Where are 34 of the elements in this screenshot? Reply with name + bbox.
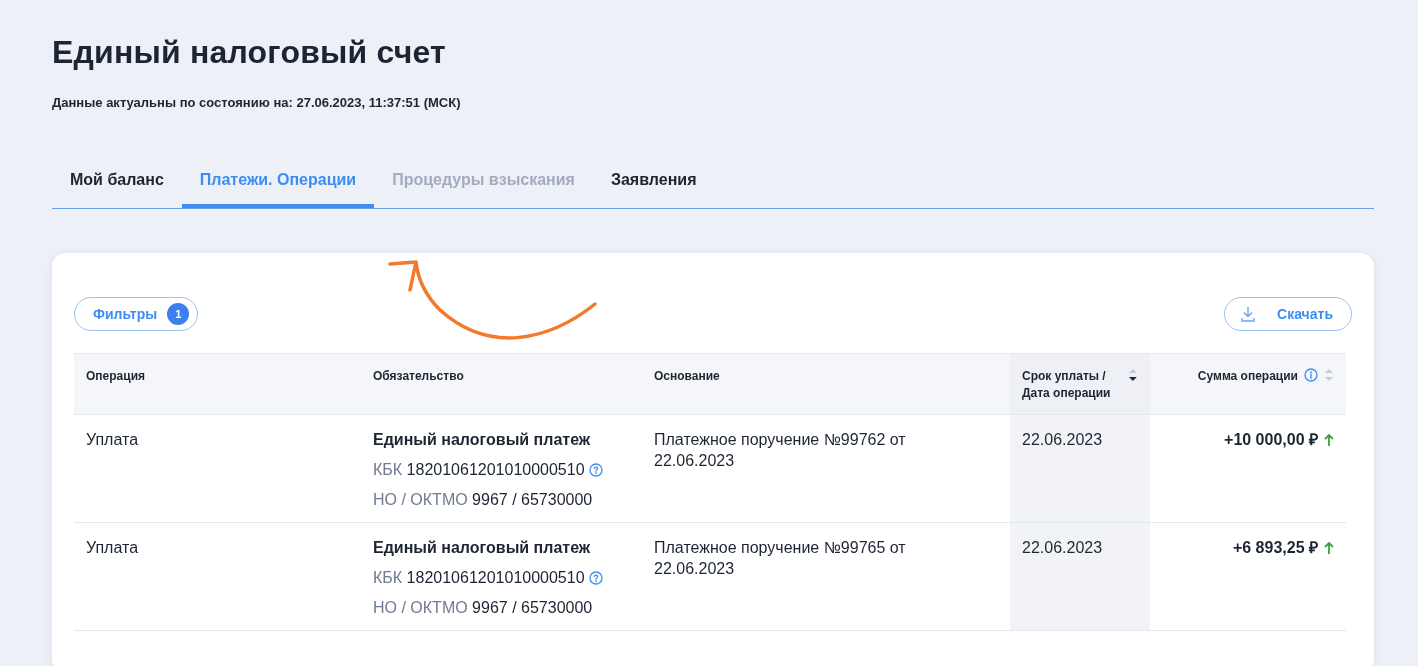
column-header: Обязательство xyxy=(373,368,465,385)
sort-icon[interactable] xyxy=(1128,368,1138,382)
table-cell: 22.06.2023 xyxy=(1022,431,1103,448)
arrow-up-icon xyxy=(1324,541,1334,555)
tab[interactable]: Платежи. Операции xyxy=(181,154,375,208)
help-icon[interactable] xyxy=(588,570,603,585)
tab[interactable]: Мой баланс xyxy=(52,154,182,208)
amount-text: +6 893,25 ₽ xyxy=(1232,538,1318,558)
download-button[interactable]: Скачать xyxy=(1224,297,1352,331)
column-header: Операция xyxy=(86,368,146,385)
obligation-title: Единый налоговый платеж xyxy=(373,538,591,558)
column-header: Основание xyxy=(654,368,721,385)
kbk-text: КБК 18201061201010000510 xyxy=(373,460,585,480)
info-icon[interactable] xyxy=(1304,368,1318,382)
kbk-text: КБК 18201061201010000510 xyxy=(373,568,585,588)
oktmo-text: НО / ОКТМО 9967 / 65730000 xyxy=(373,598,593,618)
table-cell: Уплата xyxy=(86,431,139,448)
page-title: Единый налоговый счет xyxy=(52,33,446,71)
table-cell-text: Платежное поручение №99762 от 22.06.2023 xyxy=(654,430,907,471)
table-cell-text: Платежное поручение №99765 от 22.06.2023 xyxy=(654,538,907,579)
obligation-title: Единый налоговый платеж xyxy=(373,430,591,450)
table-cell: 22.06.2023 xyxy=(1022,539,1103,556)
arrow-up-icon xyxy=(1324,433,1334,447)
help-icon[interactable] xyxy=(588,462,603,477)
table-cell: Уплата xyxy=(86,539,139,556)
column-header: Срок уплаты / Дата операции xyxy=(1022,368,1112,402)
column-header: Сумма операции xyxy=(1197,368,1298,385)
update-timestamp: Данные актуальны по состоянию на: 27.06.2023, 11:37:51 (МСК) xyxy=(52,95,461,110)
filter-count-badge: 1 xyxy=(167,303,190,325)
oktmo-text: НО / ОКТМО 9967 / 65730000 xyxy=(373,490,593,510)
amount-text: +10 000,00 ₽ xyxy=(1224,430,1318,450)
download-icon xyxy=(1241,306,1256,322)
tab[interactable]: Заявления xyxy=(592,154,715,208)
filters-button[interactable]: Фильтры 1 xyxy=(74,297,199,331)
